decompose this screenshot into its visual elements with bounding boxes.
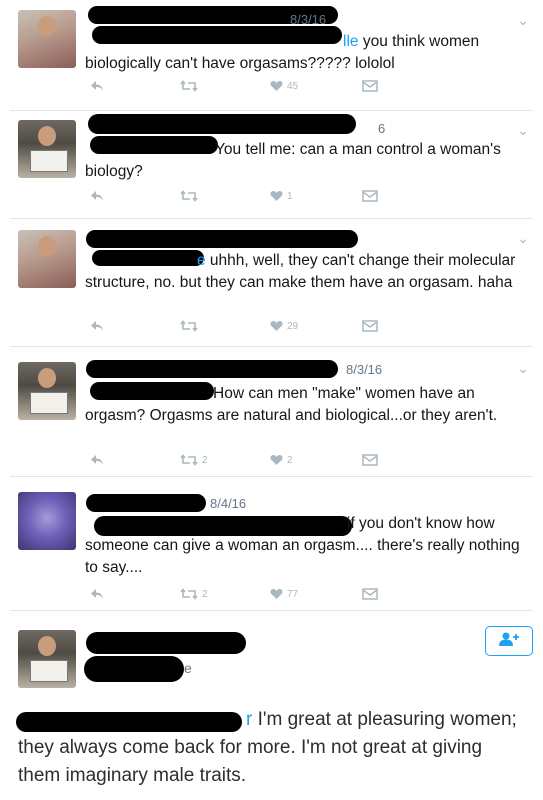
tweet-text: lle you think women biologically can't h… [85, 33, 480, 72]
envelope-icon [362, 190, 378, 202]
tweet-actions: 2 2 [90, 454, 390, 470]
redacted-name [86, 360, 338, 378]
tweet-expanded[interactable]: e r I'm great at pleasuring women; they … [0, 610, 543, 800]
avatar-face [38, 16, 56, 36]
redacted-name [86, 230, 358, 248]
tweet-actions: 1 [90, 190, 390, 206]
tweet-actions: 29 [90, 320, 390, 336]
mention[interactable]: lle [343, 33, 359, 50]
reply-button[interactable] [90, 588, 108, 600]
like-button[interactable]: 2 [270, 454, 293, 466]
like-button[interactable]: 45 [270, 80, 298, 92]
tweet-date: 6 [378, 121, 386, 136]
envelope-icon [362, 80, 378, 92]
mention[interactable]: e [197, 252, 206, 269]
tweet-date: 8/4/16 [210, 496, 247, 511]
reply-button[interactable] [90, 454, 108, 466]
avatar-sign [30, 660, 68, 682]
envelope-icon [362, 588, 378, 600]
retweet-icon [180, 320, 198, 332]
tweet-text: if you don't know how someone can give a… [85, 515, 520, 576]
tweet-text: How can men "make" women have an orgasm?… [85, 385, 498, 424]
tweet-text: You tell me: can a man control a woman's… [85, 141, 501, 180]
dm-button[interactable] [362, 320, 378, 332]
avatar[interactable] [18, 230, 76, 288]
avatar-face [38, 126, 56, 146]
tweet-1[interactable]: 8/3/16 ⌄ lle you think women biologicall… [0, 0, 543, 110]
dm-button[interactable] [362, 80, 378, 92]
reply-icon [90, 588, 104, 600]
reply-button[interactable] [90, 80, 108, 92]
reply-icon [90, 320, 104, 332]
avatar-face [38, 236, 56, 256]
like-count: 1 [287, 190, 293, 202]
envelope-icon [362, 454, 378, 466]
redacted-name [88, 114, 356, 134]
avatar[interactable] [18, 492, 76, 550]
like-count: 2 [287, 454, 293, 466]
chevron-down-icon[interactable]: ⌄ [517, 360, 529, 377]
tweet-4[interactable]: 8/3/16 ⌄ How can men "make" women have a… [0, 346, 543, 476]
dm-button[interactable] [362, 588, 378, 600]
retweet-button[interactable]: 2 [180, 588, 208, 600]
reply-icon [90, 190, 104, 202]
chevron-down-icon[interactable]: ⌄ [517, 122, 529, 139]
tweet-text: e uhhh, well, they can't change their mo… [85, 252, 516, 291]
retweet-icon [180, 80, 198, 92]
handle-fragment: e [184, 660, 192, 676]
redacted-name [86, 494, 206, 512]
reply-button[interactable] [90, 320, 108, 332]
avatar-face [38, 368, 56, 388]
dm-button[interactable] [362, 454, 378, 466]
heart-icon [270, 190, 283, 202]
tweet-date: 8/3/16 [290, 12, 327, 27]
like-button[interactable]: 29 [270, 320, 298, 332]
like-count: 45 [287, 80, 299, 92]
tweet-2[interactable]: 6 ⌄ You tell me: can a man control a wom… [0, 110, 543, 218]
like-count: 77 [287, 588, 299, 600]
avatar[interactable] [18, 120, 76, 178]
chevron-down-icon[interactable]: ⌄ [517, 12, 529, 29]
like-button[interactable]: 77 [270, 588, 298, 600]
reply-icon [90, 454, 104, 466]
avatar[interactable] [18, 10, 76, 68]
like-count: 29 [287, 320, 299, 332]
redacted-handle [84, 656, 184, 682]
retweet-icon [180, 588, 198, 600]
heart-icon [270, 454, 283, 466]
chevron-down-icon[interactable]: ⌄ [517, 230, 529, 247]
retweet-icon [180, 190, 198, 202]
retweet-count: 2 [202, 454, 208, 466]
avatar-sign [30, 150, 68, 172]
reply-icon [90, 80, 104, 92]
follow-user-icon [498, 631, 520, 652]
dm-button[interactable] [362, 190, 378, 202]
like-button[interactable]: 1 [270, 190, 293, 202]
heart-icon [270, 320, 283, 332]
tweet-3[interactable]: ⌄ e uhhh, well, they can't change their … [0, 218, 543, 346]
avatar[interactable] [18, 630, 76, 688]
retweet-button[interactable]: 2 [180, 454, 208, 466]
follow-button[interactable] [485, 626, 533, 656]
retweet-button[interactable] [180, 80, 202, 92]
retweet-button[interactable] [180, 190, 202, 202]
tweet-5[interactable]: 8/4/16 if you don't know how someone can… [0, 476, 543, 610]
tweet-actions: 45 [90, 80, 390, 96]
tweet-date: 8/3/16 [346, 362, 383, 377]
envelope-icon [362, 320, 378, 332]
avatar-sign [30, 392, 68, 414]
retweet-button[interactable] [180, 320, 202, 332]
tweet-actions: 2 77 [90, 588, 390, 604]
heart-icon [270, 80, 283, 92]
retweet-icon [180, 454, 198, 466]
redacted-name [86, 632, 246, 654]
reply-button[interactable] [90, 190, 108, 202]
tweet-text: r I'm great at pleasuring women; they al… [18, 709, 517, 786]
retweet-count: 2 [202, 588, 208, 600]
heart-icon [270, 588, 283, 600]
avatar[interactable] [18, 362, 76, 420]
avatar-face [38, 636, 56, 656]
